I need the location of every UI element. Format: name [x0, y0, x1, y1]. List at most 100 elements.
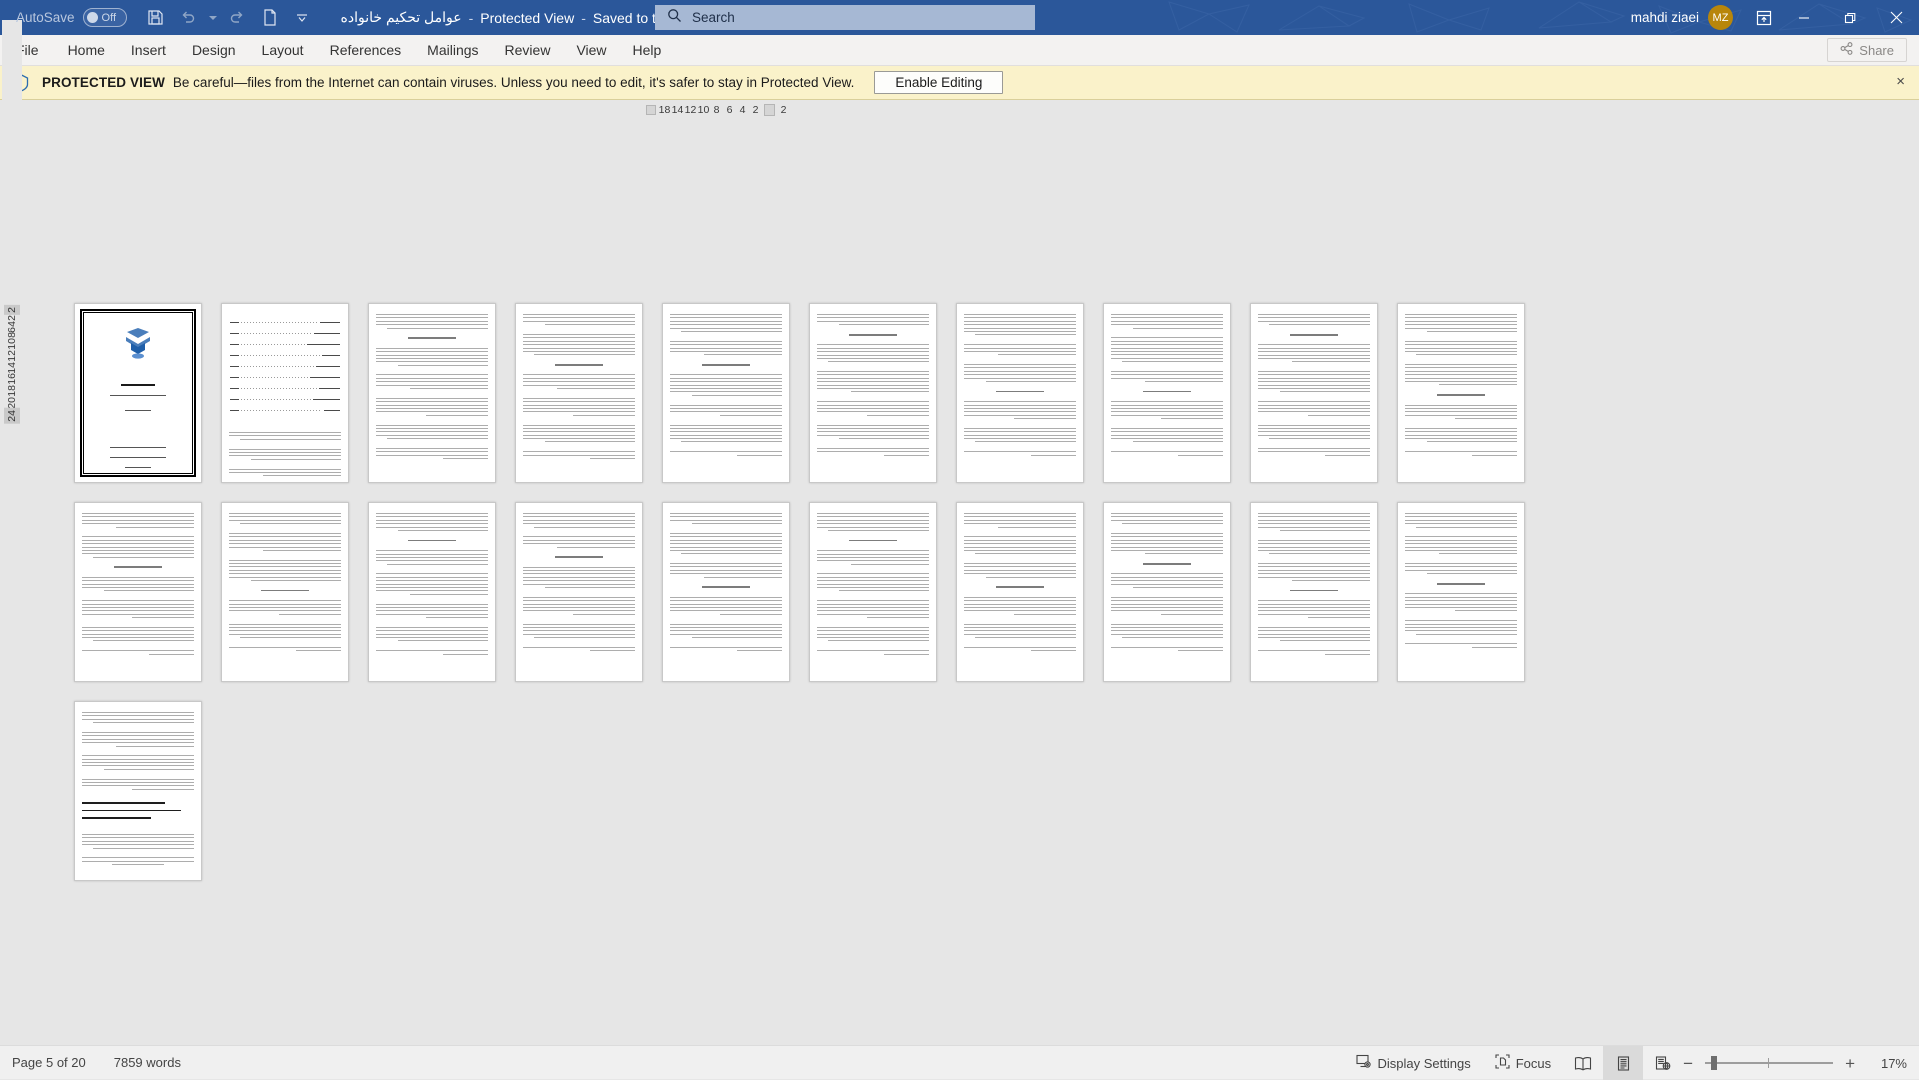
zoom-slider-midpoint — [1768, 1058, 1769, 1068]
tab-review[interactable]: Review — [492, 35, 564, 66]
document-page[interactable] — [1397, 502, 1525, 682]
toc-entry — [230, 377, 340, 378]
enable-editing-button[interactable]: Enable Editing — [874, 71, 1003, 94]
document-page[interactable] — [221, 303, 349, 483]
document-page[interactable] — [74, 303, 202, 483]
share-button[interactable]: Share — [1827, 38, 1907, 62]
vruler-tick-4: 4 — [5, 321, 19, 327]
document-page[interactable] — [515, 502, 643, 682]
close-button[interactable] — [1873, 0, 1919, 35]
toc-entry — [230, 333, 340, 334]
document-page[interactable] — [368, 502, 496, 682]
toc-entry — [230, 355, 340, 356]
web-layout-icon[interactable] — [1643, 1046, 1683, 1080]
title-meta-2-bar — [110, 457, 167, 458]
tab-insert[interactable]: Insert — [118, 35, 179, 66]
page-indicator[interactable]: Page 5 of 20 — [12, 1055, 86, 1070]
toc-entry-title — [322, 355, 340, 356]
document-page[interactable] — [74, 502, 202, 682]
tab-view[interactable]: View — [563, 35, 619, 66]
autosave-toggle[interactable]: AutoSave Off — [16, 8, 127, 27]
vruler-tick-18: 18 — [5, 385, 19, 397]
zoom-slider[interactable] — [1705, 1056, 1833, 1070]
zoom-slider-track — [1705, 1062, 1833, 1064]
document-page[interactable] — [368, 303, 496, 483]
search-box[interactable]: Search — [655, 5, 1035, 30]
toc-entry — [230, 322, 340, 323]
protected-view-bar: PROTECTED VIEW Be careful—files from the… — [0, 66, 1919, 100]
display-settings-button[interactable]: Display Settings — [1344, 1046, 1483, 1080]
tab-mailings[interactable]: Mailings — [414, 35, 491, 66]
document-page[interactable] — [956, 303, 1084, 483]
horizontal-ruler[interactable]: 18 14 12 10 8 6 4 2 2 — [644, 102, 790, 118]
page-body-text — [1258, 314, 1370, 458]
tab-home[interactable]: Home — [55, 35, 118, 66]
ruler-row: L 18 14 12 10 8 6 4 2 2 — [0, 100, 1919, 120]
customize-quick-access-icon[interactable] — [287, 5, 317, 31]
document-page[interactable] — [515, 303, 643, 483]
hruler-tick-2: 2 — [749, 104, 762, 116]
vruler-tick-2: 2 — [5, 315, 19, 321]
save-icon[interactable] — [141, 5, 171, 31]
title-meta-1 — [89, 444, 187, 448]
tab-layout[interactable]: Layout — [249, 35, 317, 66]
document-page[interactable] — [221, 502, 349, 682]
page-body-text — [376, 314, 488, 461]
page-body-text — [82, 513, 194, 657]
vruler-tick-14: 14 — [5, 362, 19, 374]
toc-entry-title — [324, 410, 340, 411]
document-page[interactable] — [956, 502, 1084, 682]
focus-icon — [1495, 1054, 1510, 1072]
page-body-text — [817, 513, 929, 657]
tab-help[interactable]: Help — [620, 35, 675, 66]
protected-view-tag: Protected View — [480, 10, 574, 26]
print-layout-icon[interactable] — [1603, 1046, 1643, 1080]
document-page[interactable] — [662, 502, 790, 682]
undo-dropdown-icon[interactable] — [205, 5, 221, 31]
read-mode-icon[interactable] — [1563, 1046, 1603, 1080]
focus-button[interactable]: Focus — [1483, 1046, 1563, 1080]
page-body-text — [1111, 513, 1223, 654]
autosave-switch[interactable]: Off — [83, 8, 127, 27]
avatar[interactable]: MZ — [1708, 5, 1733, 30]
document-canvas[interactable] — [22, 120, 1919, 1045]
zoom-slider-handle[interactable] — [1711, 1056, 1717, 1070]
toc-page-number — [230, 399, 239, 400]
page-body-text — [1111, 314, 1223, 458]
titlebar-right-group: mahdi ziaei MZ — [1631, 0, 1919, 35]
document-page[interactable] — [809, 502, 937, 682]
document-page[interactable] — [1250, 303, 1378, 483]
tab-design[interactable]: Design — [179, 35, 249, 66]
toc-entry-title — [310, 377, 340, 378]
redo-icon[interactable] — [223, 5, 253, 31]
ribbon-tabs: File Home Insert Design Layout Reference… — [0, 35, 1919, 66]
zoom-level-label[interactable]: 17% — [1867, 1056, 1907, 1071]
document-page[interactable] — [1103, 502, 1231, 682]
document-page[interactable] — [809, 303, 937, 483]
tab-references[interactable]: References — [317, 35, 415, 66]
title-heading — [89, 384, 187, 386]
title-separator-2: - — [581, 10, 586, 26]
autosave-state: Off — [102, 12, 116, 24]
right-indent-marker[interactable] — [764, 104, 775, 116]
document-page[interactable] — [74, 701, 202, 881]
vertical-ruler[interactable]: 2 2 4 6 8 10 12 14 16 18 20 24 — [2, 20, 22, 1045]
undo-icon[interactable] — [173, 5, 203, 31]
close-icon[interactable]: × — [1896, 74, 1905, 89]
minimize-button[interactable] — [1781, 0, 1827, 35]
zoom-out-button[interactable]: − — [1683, 1055, 1693, 1072]
document-page[interactable] — [1397, 303, 1525, 483]
zoom-in-button[interactable]: + — [1845, 1055, 1855, 1072]
restore-button[interactable] — [1827, 0, 1873, 35]
focus-label: Focus — [1516, 1056, 1551, 1071]
document-page[interactable] — [1103, 303, 1231, 483]
search-placeholder: Search — [692, 10, 735, 25]
ribbon-display-options-icon[interactable] — [1747, 0, 1781, 35]
references-list — [82, 802, 194, 825]
document-page[interactable] — [662, 303, 790, 483]
toc-page-number — [230, 377, 239, 378]
document-page[interactable] — [1250, 502, 1378, 682]
new-document-icon[interactable] — [255, 5, 285, 31]
word-count[interactable]: 7859 words — [114, 1055, 181, 1070]
left-indent-marker[interactable] — [646, 105, 656, 115]
